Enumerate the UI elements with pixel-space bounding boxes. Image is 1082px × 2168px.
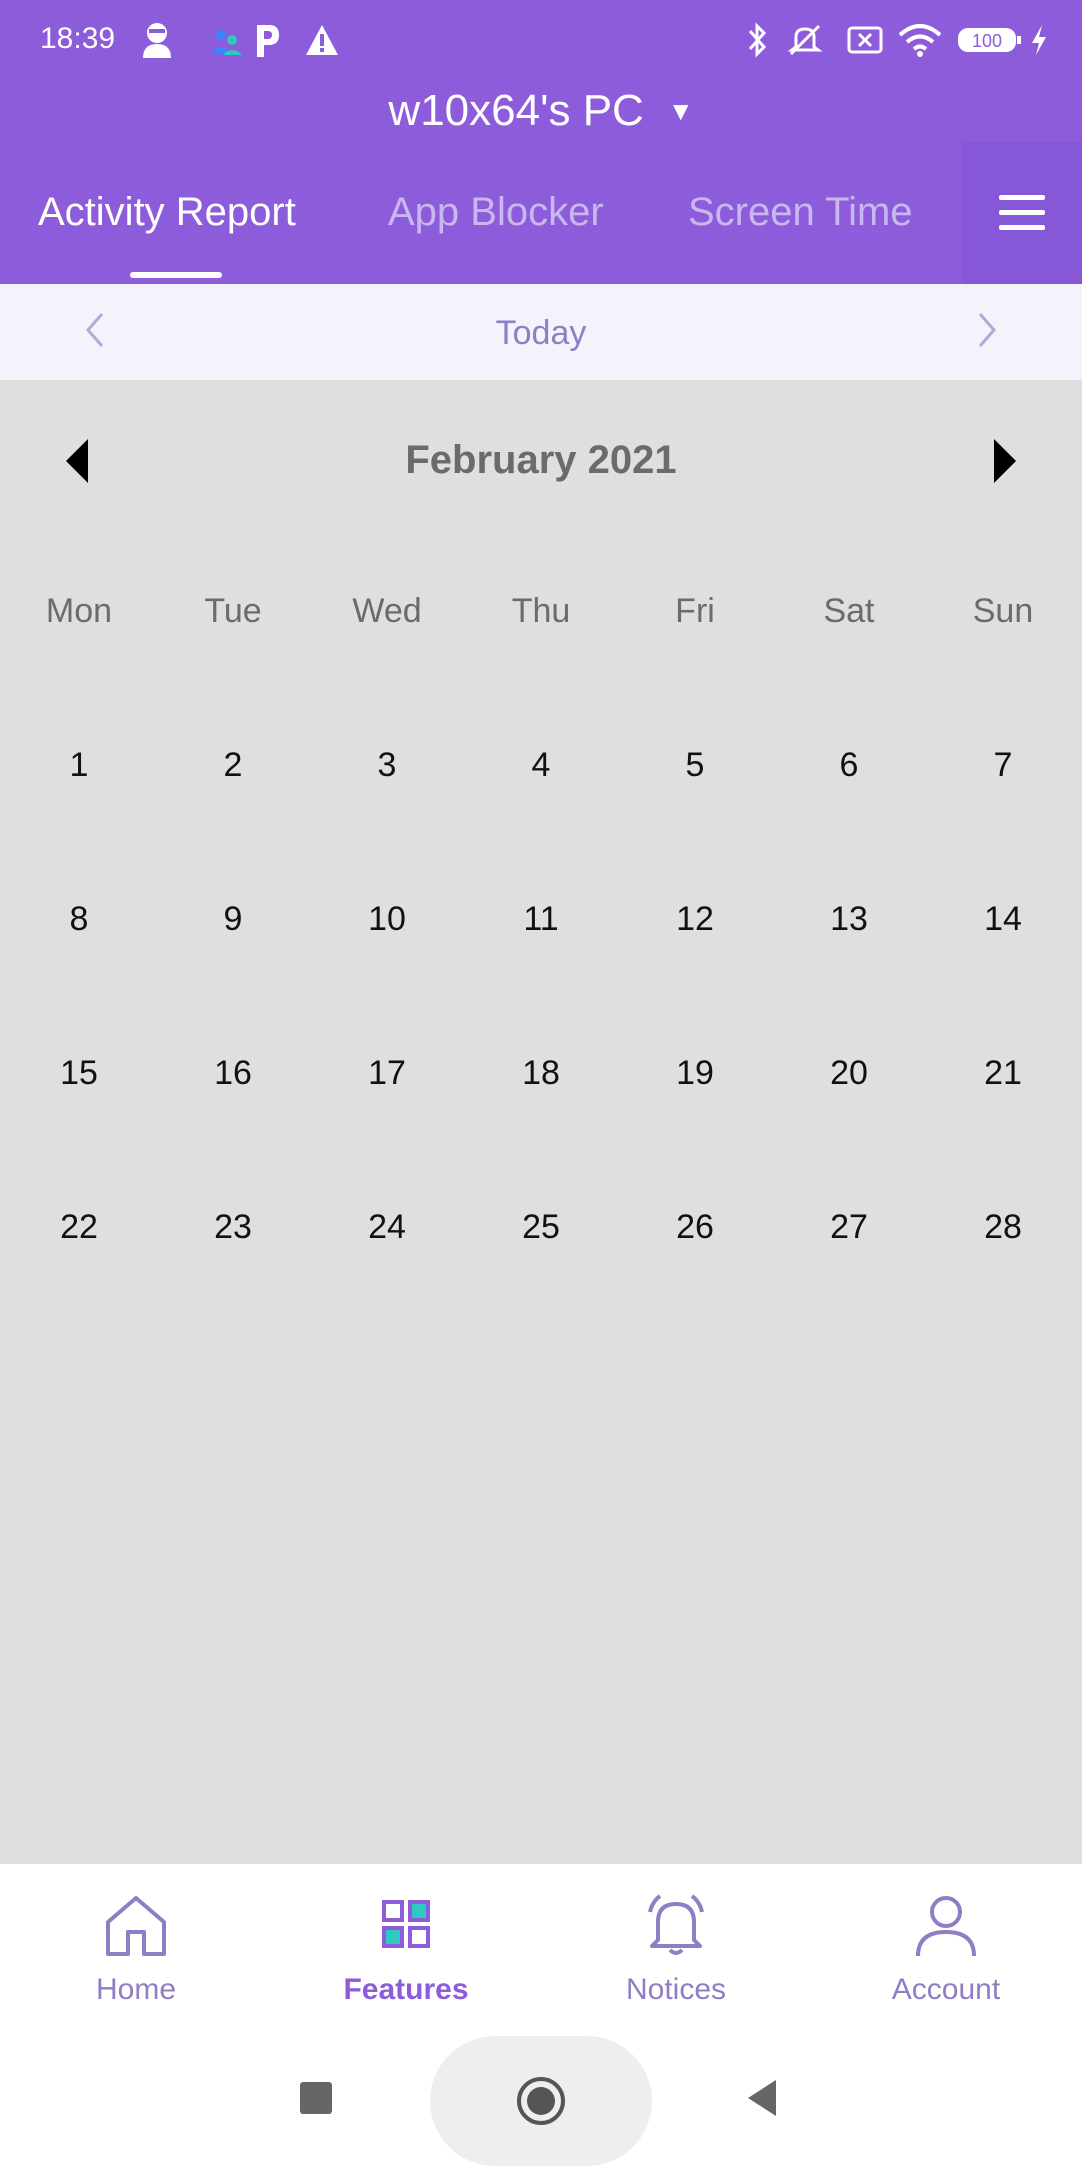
nav-features-label: Features [343, 1973, 469, 2006]
calendar-day[interactable]: 4 [464, 746, 618, 785]
features-icon [382, 1900, 430, 1948]
feature-tabs: Activity Report App Blocker Screen Time [0, 142, 1082, 284]
tab-activity-report[interactable]: Activity Report [38, 190, 296, 235]
mute-icon [786, 18, 824, 62]
calendar-day[interactable]: 7 [926, 746, 1080, 785]
calendar-day[interactable]: 21 [926, 1054, 1080, 1093]
nav-account[interactable]: Account [846, 1892, 1046, 2007]
calendar-day[interactable]: 19 [618, 1054, 772, 1093]
calendar-day[interactable]: 8 [2, 900, 156, 939]
date-label[interactable]: Today [0, 314, 1082, 353]
back-triangle-icon [748, 2080, 776, 2116]
calendar: February 2021 Mon Tue Wed Thu Fri Sat Su… [0, 380, 1082, 1864]
calendar-day[interactable]: 17 [310, 1054, 464, 1093]
p-icon [252, 18, 282, 62]
weekday-label: Fri [675, 592, 715, 630]
weekday-label: Mon [45, 592, 113, 630]
nav-features[interactable]: Features [306, 1892, 506, 2007]
calendar-day[interactable]: 13 [772, 900, 926, 939]
warning-icon [304, 18, 340, 62]
calendar-day[interactable]: 26 [618, 1208, 772, 1247]
calendar-day[interactable]: 27 [772, 1208, 926, 1247]
charging-icon [1028, 18, 1050, 62]
chevron-right-icon [978, 313, 996, 347]
next-day-button[interactable] [972, 308, 1002, 357]
status-bar: 18:39 100 [0, 0, 1082, 80]
recents-button[interactable] [298, 2080, 334, 2121]
calendar-day[interactable]: 18 [464, 1054, 618, 1093]
weekday-header-row: Mon Tue Wed Thu Fri Sat Sun [0, 592, 1082, 672]
account-icon [916, 1896, 976, 1957]
calendar-day[interactable]: 11 [464, 900, 618, 939]
calendar-day[interactable]: 2 [156, 746, 310, 785]
device-selector[interactable]: w10x64's PC ▼ [0, 80, 1082, 142]
week-row: 1 2 3 4 5 6 7 [0, 746, 1082, 826]
weekday-label: Thu [511, 592, 571, 630]
calendar-header: February 2021 [0, 420, 1082, 500]
tab-app-blocker[interactable]: App Blocker [388, 190, 604, 235]
avatar-icon [140, 18, 174, 62]
sim-x-icon [846, 18, 884, 62]
week-row: 8 9 10 11 12 13 14 [0, 900, 1082, 980]
date-navigator: Today [0, 284, 1082, 380]
home-icon [106, 1896, 166, 1956]
dropdown-caret-icon: ▼ [667, 95, 694, 126]
back-button[interactable] [744, 2078, 780, 2123]
menu-button[interactable] [962, 142, 1082, 284]
calendar-day[interactable]: 9 [156, 900, 310, 939]
circle-icon [517, 2077, 565, 2125]
calendar-day[interactable]: 20 [772, 1054, 926, 1093]
nav-notices[interactable]: Notices [576, 1892, 776, 2007]
square-icon [300, 2082, 332, 2114]
triangle-right-icon [994, 439, 1016, 483]
status-time: 18:39 [40, 22, 116, 55]
weekday-label: Tue [204, 592, 262, 630]
calendar-month-title: February 2021 [405, 438, 677, 482]
calendar-day[interactable]: 3 [310, 746, 464, 785]
device-name: w10x64's PC [388, 86, 644, 135]
calendar-day[interactable]: 22 [2, 1208, 156, 1247]
bell-icon [648, 1894, 704, 1955]
calendar-day[interactable]: 24 [310, 1208, 464, 1247]
nav-home-label: Home [95, 1973, 177, 2006]
calendar-day[interactable]: 23 [156, 1208, 310, 1247]
calendar-day[interactable]: 5 [618, 746, 772, 785]
hamburger-icon [999, 195, 1045, 230]
nav-account-label: Account [891, 1973, 1001, 2006]
calendar-day[interactable]: 14 [926, 900, 1080, 939]
week-row: 22 23 24 25 26 27 28 [0, 1208, 1082, 1288]
nav-home[interactable]: Home [36, 1892, 236, 2007]
calendar-day[interactable]: 28 [926, 1208, 1080, 1247]
bottom-navigation: Home Features Notices Account [0, 1864, 1082, 2036]
tab-screen-time[interactable]: Screen Time [688, 190, 913, 235]
weekday-label: Sat [823, 592, 875, 630]
tab-indicator [130, 272, 222, 278]
nav-notices-label: Notices [625, 1973, 727, 2006]
calendar-day[interactable]: 6 [772, 746, 926, 785]
bluetooth-icon [746, 18, 770, 62]
calendar-day[interactable]: 1 [2, 746, 156, 785]
system-navigation-bar [0, 2036, 1082, 2168]
week-row: 15 16 17 18 19 20 21 [0, 1054, 1082, 1134]
calendar-day[interactable]: 10 [310, 900, 464, 939]
home-button[interactable] [430, 2036, 652, 2166]
battery-icon: 100 [956, 18, 1022, 62]
wifi-icon [898, 18, 942, 62]
people-icon [210, 18, 244, 62]
calendar-day[interactable]: 16 [156, 1054, 310, 1093]
next-month-button[interactable] [990, 436, 1020, 491]
calendar-day[interactable]: 25 [464, 1208, 618, 1247]
battery-level: 100 [972, 31, 1002, 51]
weekday-label: Sun [972, 592, 1034, 630]
weekday-label: Wed [352, 592, 422, 630]
calendar-day[interactable]: 15 [2, 1054, 156, 1093]
calendar-day[interactable]: 12 [618, 900, 772, 939]
